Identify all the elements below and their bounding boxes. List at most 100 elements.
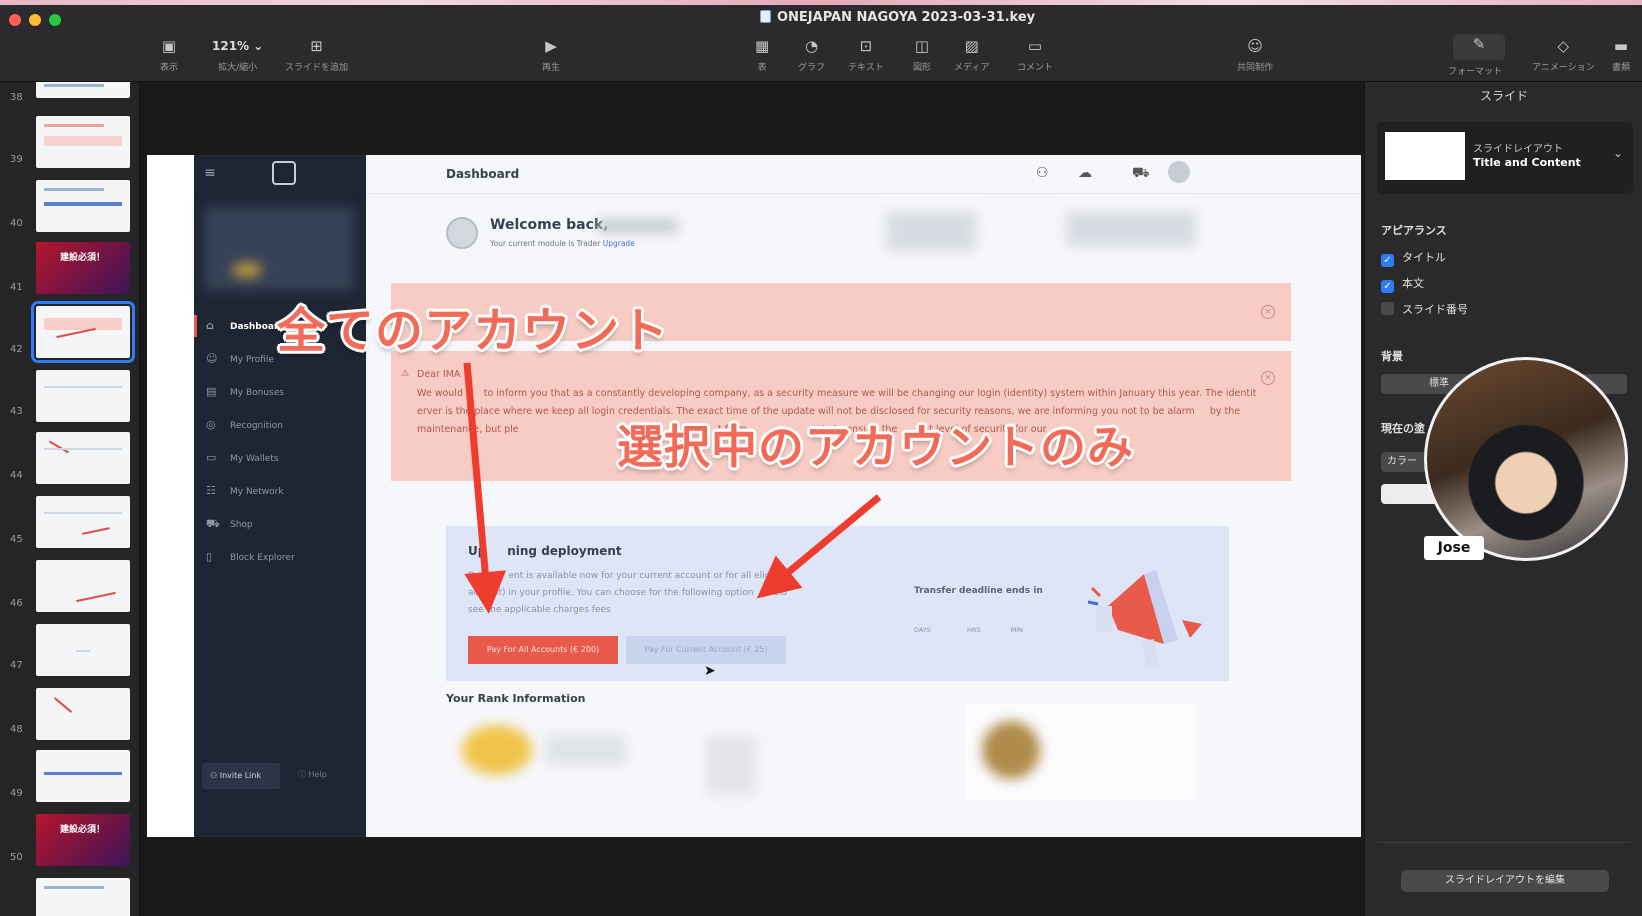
slide-number: 41 [10, 282, 23, 293]
thumb-block [44, 772, 122, 775]
thumb-arrow [76, 591, 116, 603]
thumb-arrow [48, 440, 70, 454]
format-button[interactable]: ✎ フォーマット [1448, 34, 1505, 77]
thumb-line [44, 386, 122, 388]
slide-number: 49 [10, 788, 23, 799]
slide-thumb-48[interactable] [36, 688, 130, 740]
edit-slide-layout-button[interactable]: スライドレイアウトを編集 [1401, 870, 1609, 892]
inspector-divider [1377, 842, 1631, 843]
table-label: 表 [757, 63, 767, 73]
slide-thumb-47[interactable] [36, 624, 130, 676]
inspector-tab-slide[interactable]: スライド [1365, 87, 1642, 104]
animate-button[interactable]: ◇ アニメーション [1532, 36, 1595, 73]
collaborate-button[interactable]: ☺ 共同制作 [1237, 36, 1273, 73]
toolbar: ONEJAPAN NAGOYA 2023-03-31.key ▣ 表示 121% … [0, 0, 1642, 82]
format-label: フォーマット [1447, 67, 1502, 77]
media-button[interactable]: ▨ メディア [954, 36, 989, 73]
slide-thumb-42-selected[interactable] [31, 301, 135, 363]
thumb-line [44, 188, 104, 191]
annotation-current-only: 選択中のアカウントのみ [617, 420, 1134, 474]
thumb-block [44, 202, 122, 206]
shape-label: 図形 [913, 63, 932, 73]
thumb-arrow [82, 527, 110, 535]
zoom-value-text: 121% [212, 39, 250, 53]
empty-checkbox-icon [1381, 302, 1394, 315]
slide-number-check-label: スライド番号 [1402, 303, 1468, 316]
thumb-block [44, 136, 122, 146]
slide-thumb-40[interactable] [36, 180, 130, 232]
thumb-line [44, 448, 122, 450]
slide-navigator[interactable]: 38 39 40 41 建設必須！ 42 43 44 45 46 47 48 4… [0, 82, 140, 916]
view-button[interactable]: ▣ 表示 [160, 36, 178, 73]
layout-label: スライドレイアウト [1473, 144, 1563, 155]
arrow-to-all-accounts [463, 362, 507, 614]
animate-icon: ◇ [1557, 37, 1570, 55]
add-slide-button[interactable]: ⊞ スライドを追加 [285, 36, 348, 73]
thumb-line [44, 886, 104, 889]
zoom-button[interactable]: 121% ⌄ 拡大/縮小 [212, 36, 263, 73]
comment-button[interactable]: ▭ コメント [1017, 36, 1053, 73]
chart-icon: ◔ [804, 37, 819, 55]
checkmark-icon: ✓ [1381, 280, 1394, 293]
slide-number: 45 [10, 534, 23, 545]
thumb-line [76, 650, 90, 652]
annotation-arrows [463, 362, 882, 614]
thumb-title: 建設必須！ [60, 825, 106, 835]
add-slide-label: スライドを追加 [285, 63, 349, 73]
zoom-label: 拡大/縮小 [218, 63, 258, 73]
desktop-strip [0, 0, 1642, 5]
thumb-title: 建設必須！ [60, 253, 106, 263]
background-header: 背景 [1381, 350, 1403, 363]
slide-thumb-44[interactable] [36, 432, 130, 484]
title-check-label: タイトル [1402, 251, 1446, 264]
thumb-line [44, 84, 104, 87]
shape-button[interactable]: ◫ 図形 [913, 36, 931, 73]
document-icon: ▬ [1613, 37, 1629, 55]
slide-number-checkbox[interactable]: スライド番号 [1381, 301, 1468, 317]
minimize-window-button[interactable] [29, 14, 41, 26]
media-icon: ▨ [964, 37, 979, 55]
slide-thumb-41[interactable]: 建設必須！ [36, 242, 130, 294]
comment-icon: ▭ [1027, 37, 1043, 55]
appearance-header: アピアランス [1381, 224, 1447, 237]
slide-thumb-39[interactable] [36, 116, 130, 168]
chart-button[interactable]: ◔ グラフ [798, 36, 825, 73]
title-checkbox[interactable]: ✓ タイトル [1381, 249, 1446, 267]
zoom-value: 121% ⌄ [212, 39, 264, 53]
slide-thumb-45[interactable] [36, 496, 130, 548]
slide-thumb-38[interactable] [36, 82, 130, 98]
view-label: 表示 [160, 63, 179, 73]
body-checkbox[interactable]: ✓ 本文 [1381, 275, 1424, 293]
slide-thumb-43[interactable] [36, 370, 130, 422]
slide[interactable]: ≡ ⌂ Dashboard ☺ My Profile ▤ My Bonuses ◎ Re… [147, 155, 1361, 837]
slide-canvas[interactable]: ≡ ⌂ Dashboard ☺ My Profile ▤ My Bonuses ◎ Re… [141, 82, 1363, 916]
text-button[interactable]: ⊡ テキスト [848, 36, 884, 73]
close-window-button[interactable] [9, 14, 21, 26]
slide-layout-selector[interactable]: スライドレイアウト Title and Content ⌄ [1377, 122, 1633, 194]
chevron-down-icon: ⌄ [1612, 146, 1623, 160]
slide-number: 40 [10, 218, 23, 229]
table-button[interactable]: ▦ 表 [755, 36, 769, 73]
webcam-video [1424, 357, 1628, 561]
thumb-arrow [53, 697, 73, 713]
play-icon: ▶ [545, 37, 557, 55]
animate-label: アニメーション [1532, 63, 1595, 73]
add-slide-icon: ⊞ [310, 37, 323, 55]
keynote-window: ONEJAPAN NAGOYA 2023-03-31.key ▣ 表示 121% … [0, 0, 1642, 916]
slide-thumb-49[interactable] [36, 750, 130, 802]
slide-number: 42 [10, 344, 23, 355]
comment-label: コメント [1017, 63, 1054, 73]
table-icon: ▦ [755, 37, 770, 55]
collaborate-label: 共同制作 [1237, 63, 1274, 73]
zoom-window-button[interactable] [49, 14, 61, 26]
sidebar-icon: ▣ [161, 37, 177, 55]
play-button[interactable]: ▶ 再生 [542, 36, 560, 73]
slide-thumb-46[interactable] [36, 560, 130, 612]
slide-number: 50 [10, 852, 23, 863]
media-label: メディア [954, 63, 990, 73]
slide-thumb-50[interactable]: 建設必須！ [36, 814, 130, 866]
layout-thumbnail [1385, 132, 1465, 180]
document-button[interactable]: ▬ 書類 [1612, 36, 1630, 73]
slide-thumb-51[interactable] [36, 878, 130, 916]
document-title: ONEJAPAN NAGOYA 2023-03-31.key [760, 10, 1035, 25]
